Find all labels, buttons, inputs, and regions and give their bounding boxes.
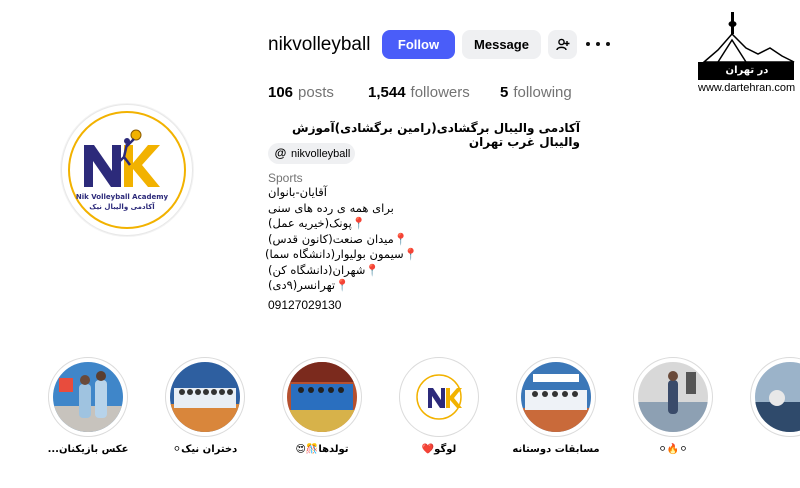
highlight-image [404, 362, 474, 432]
follow-button[interactable]: Follow [382, 30, 455, 59]
more-dot-icon [596, 42, 600, 46]
threads-handle: nikvolleyball [291, 147, 351, 160]
highlight-label: مسابقات دوستانه [512, 444, 600, 455]
highlight-label: دختران نیک⚪ [172, 444, 238, 455]
posts-label: posts [298, 84, 334, 101]
highlight-cover[interactable] [516, 357, 596, 437]
more-dot-icon [586, 42, 590, 46]
profile-avatar[interactable]: Nik Volleyball Academy آکادمی والیبال نی… [61, 104, 193, 236]
highlight-item[interactable]: مسابقات دوستانه [512, 357, 600, 455]
suggested-accounts-button[interactable] [548, 30, 577, 59]
bio-line: برای همه ی رده های سنی [268, 200, 394, 215]
more-options-button[interactable] [586, 36, 610, 52]
following-stat[interactable]: 5 following [500, 84, 572, 101]
highlight-cover[interactable] [282, 357, 362, 437]
highlight-item[interactable]: ⚪🔥⚪ [633, 357, 713, 455]
posts-count: 106 [268, 84, 294, 101]
followers-label: followers [410, 84, 470, 101]
highlight-item[interactable] [750, 357, 800, 444]
highlight-item[interactable]: دختران نیک⚪ [165, 357, 245, 455]
milad-tower-logo-icon [701, 12, 795, 63]
highlight-image [287, 362, 357, 432]
bio-line: 📍پونک(خیریه عمل) [268, 216, 367, 230]
highlight-cover[interactable] [750, 357, 800, 437]
highlight-image [53, 362, 123, 432]
bio-line: آقایان-بانوان [268, 185, 327, 199]
threads-link[interactable]: @ nikvolleyball [268, 143, 355, 164]
highlight-cover[interactable] [165, 357, 245, 437]
profile-username: nikvolleyball [268, 34, 371, 55]
profile-phone: 09127029130 [268, 298, 342, 312]
following-count: 5 [500, 84, 509, 101]
profile-category: Sports [268, 171, 303, 185]
nk-logo-icon [84, 129, 160, 187]
add-user-icon [555, 38, 569, 50]
bio-line: 📍شهران(دانشگاه کن) [268, 262, 380, 277]
avatar-academy-text: Nik Volleyball Academy [75, 193, 169, 201]
highlight-label: تولدها🎊😍 [295, 444, 349, 455]
bio-line: 📍میدان صنعت(کانون قدس) [268, 231, 409, 246]
highlight-cover[interactable] [633, 357, 713, 437]
highlight-label: عکس بازیکنان... [47, 444, 129, 455]
message-button[interactable]: Message [462, 30, 541, 59]
highlight-cover[interactable] [399, 357, 479, 437]
highlight-label: لوگو❤️ [421, 444, 457, 455]
following-label: following [513, 84, 572, 101]
bio-line: 📍تهرانسر(۹دی) [268, 278, 350, 292]
profile-bio: آقایان-بانوان برای همه ی رده های سنی 📍پو… [265, 185, 418, 294]
watermark-url: www.dartehran.com [698, 82, 796, 94]
threads-icon: @ [274, 146, 287, 160]
highlight-image [170, 362, 240, 432]
avatar-academy-text-fa: آکادمی والیبال نیک [89, 203, 155, 211]
followers-stat[interactable]: 1,544 followers [368, 84, 470, 101]
more-dot-icon [606, 42, 610, 46]
watermark-name: در تهران [725, 65, 769, 76]
bio-line: 📍سیمون بولیوار(دانشگاه سما) [265, 247, 418, 261]
highlight-image [521, 362, 591, 432]
highlight-label: ⚪🔥⚪ [658, 444, 688, 455]
highlight-item[interactable]: عکس بازیکنان... [48, 357, 128, 455]
highlight-image [638, 362, 708, 432]
posts-stat: 106 posts [268, 84, 334, 101]
highlight-item[interactable]: لوگو❤️ [399, 357, 479, 455]
highlight-cover[interactable] [48, 357, 128, 437]
followers-count: 1,544 [368, 84, 406, 101]
highlight-image [755, 362, 800, 432]
highlight-item[interactable]: تولدها🎊😍 [282, 357, 362, 455]
